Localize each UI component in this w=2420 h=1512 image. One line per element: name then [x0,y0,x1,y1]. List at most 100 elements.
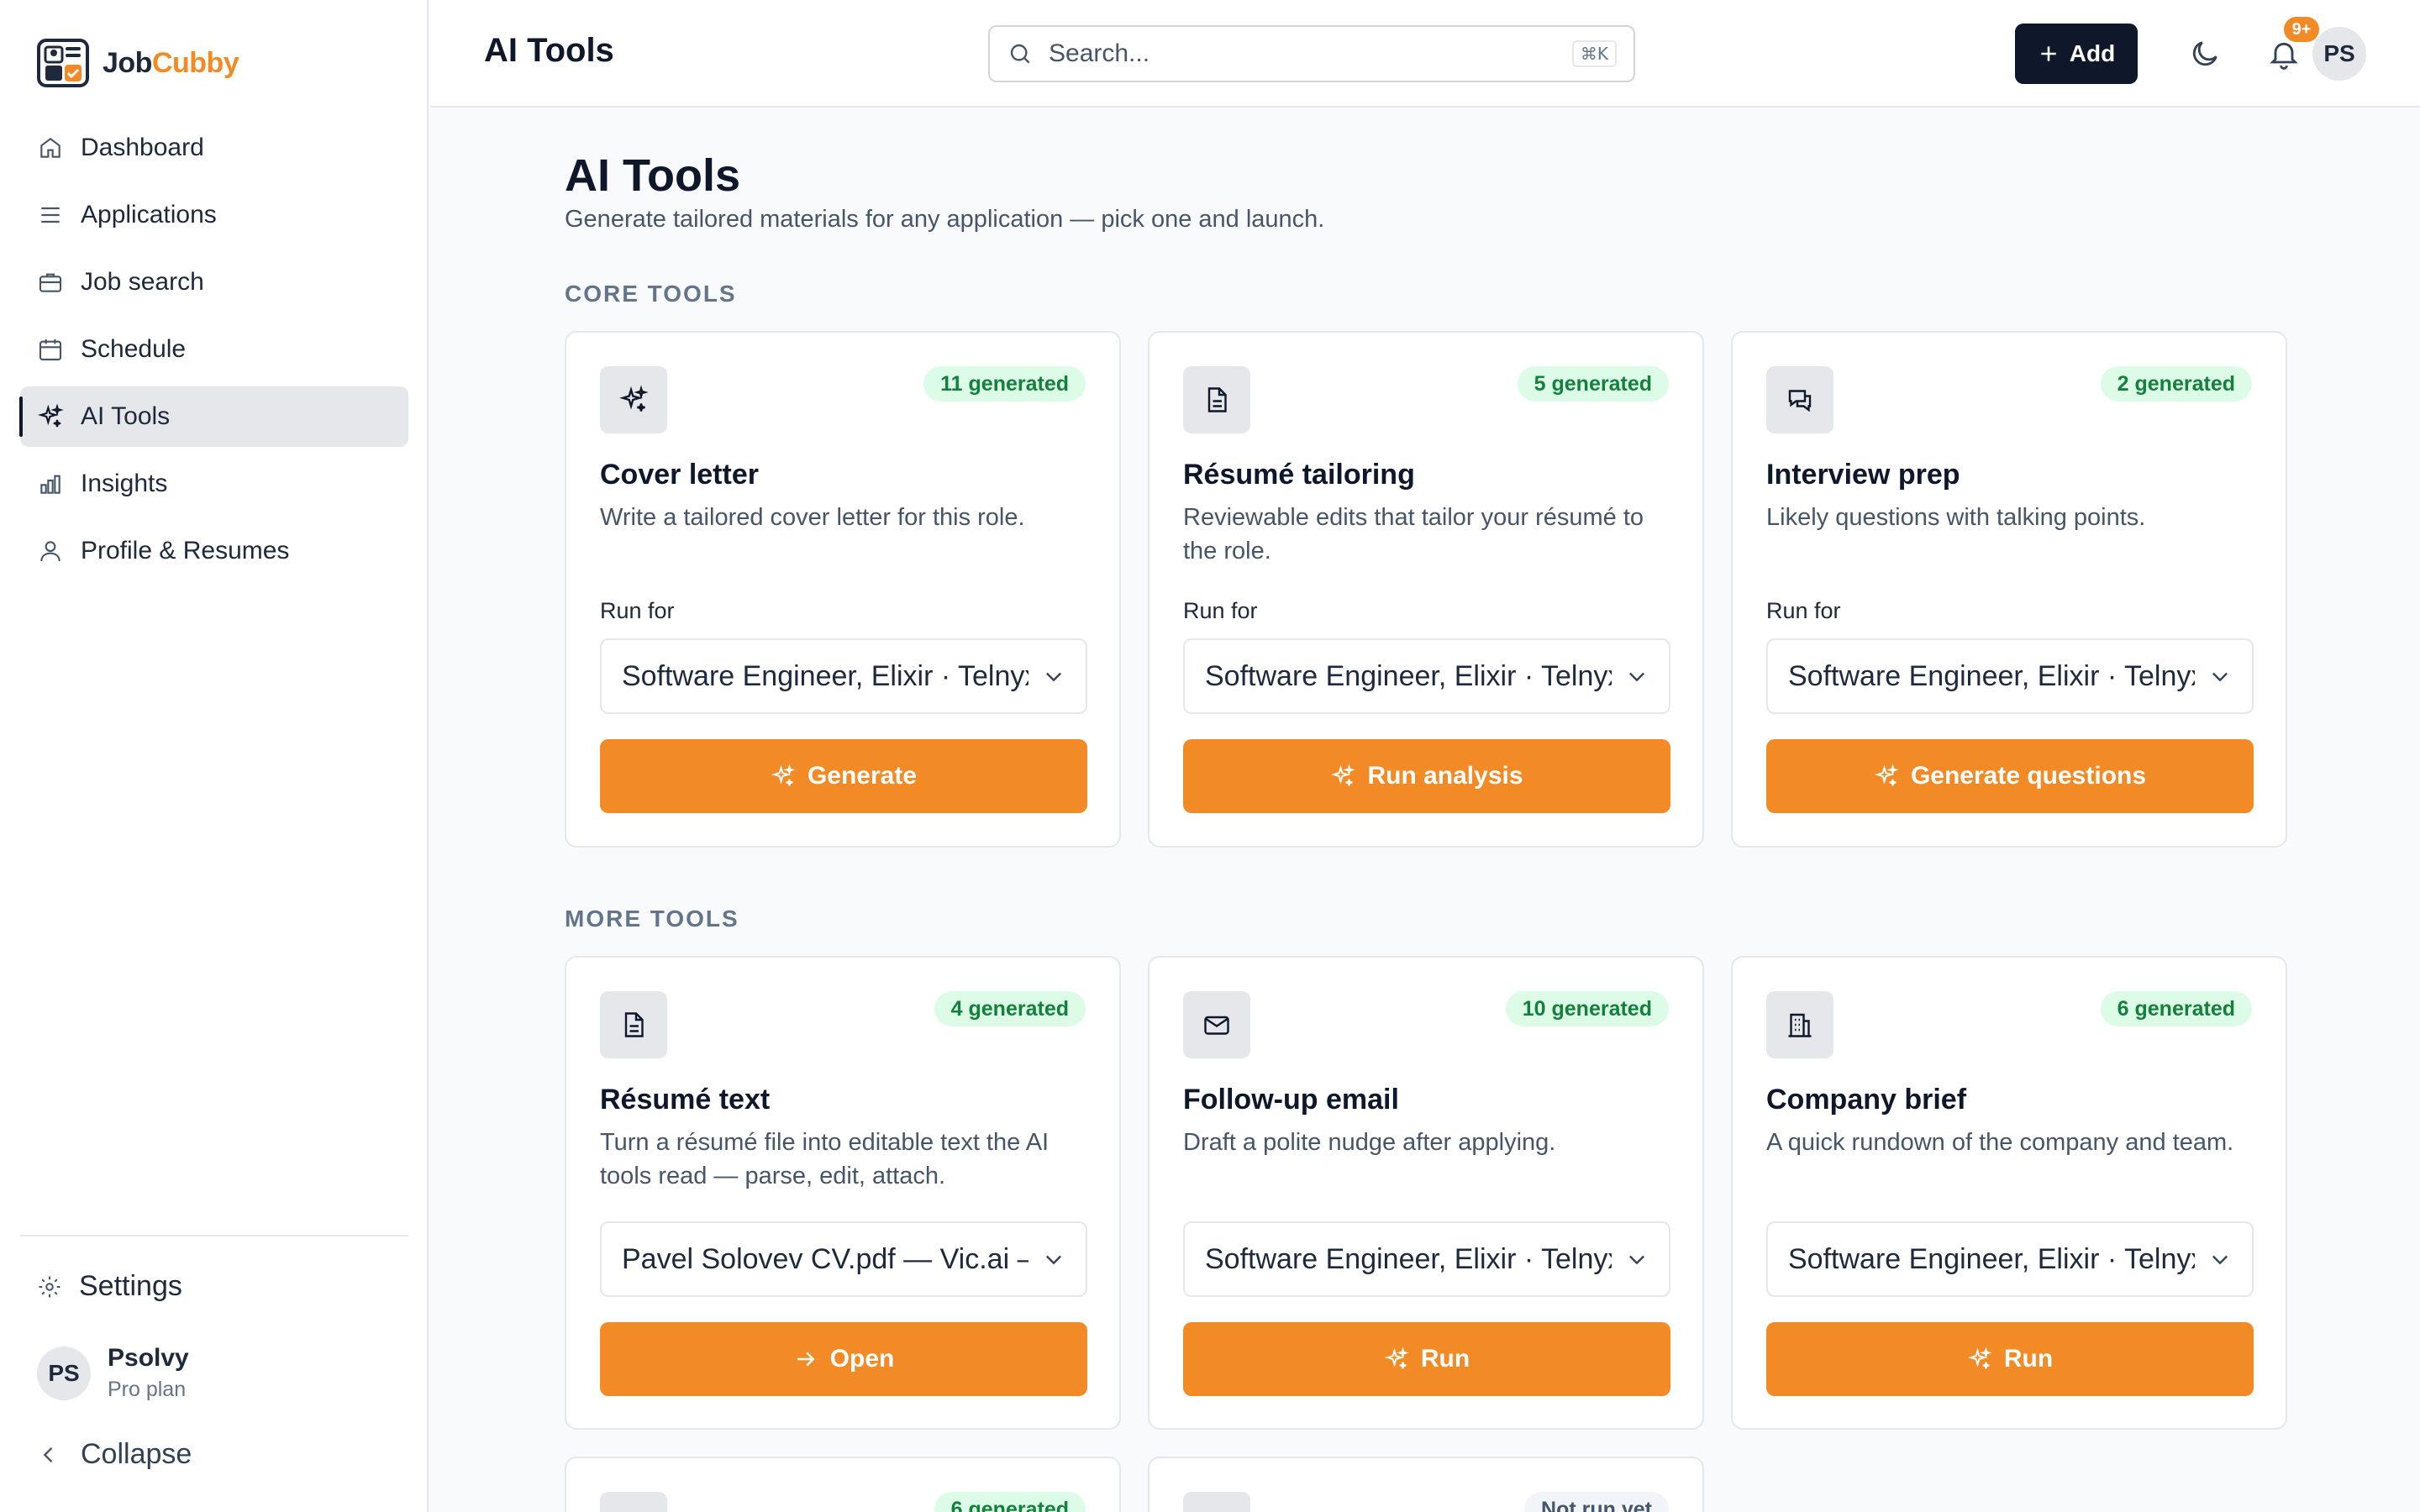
card-icon [600,991,667,1058]
calendar-icon [39,339,62,361]
card-icon [1766,991,1833,1058]
sparkles-icon [1384,1347,1409,1369]
select-value: Software Engineer, Elixir · Telnyx [1788,659,2195,692]
generated-count-badge: 4 generated [934,991,1086,1026]
user-name: Psolvy [108,1344,189,1372]
button-label: Generate questions [1910,762,2147,790]
sidebar-item-ai-tools[interactable]: AI Tools [19,386,408,447]
collapse-button[interactable]: Collapse [37,1438,192,1471]
run-button[interactable]: Run [1183,1322,1670,1396]
tool-card-interview-prep: 2 generated Interview prep Likely questi… [1731,331,2287,848]
sidebar-item-label: Profile & Resumes [81,537,290,564]
brand-name-part2: Cubby [151,46,239,79]
card-description: A quick rundown of the company and team. [1766,1129,2234,1156]
sidebar-item-applications[interactable]: Applications [20,185,408,245]
card-icon [1183,1492,1250,1512]
generated-count-badge: 11 generated [923,366,1086,402]
run-analysis-button[interactable]: Run analysis [1183,739,1670,813]
application-select[interactable]: Software Engineer, Elixir · Telnyx [1183,1221,1670,1297]
open-button[interactable]: Open [600,1322,1087,1396]
document-icon [624,1012,644,1037]
card-title: Résumé tailoring [1183,459,1415,491]
card-description: Likely questions with talking points. [1766,504,2146,531]
topbar: AI Tools ⌘K Add 9+ PS [430,0,2420,108]
sidebar-settings[interactable]: Settings [37,1270,182,1303]
card-title: Follow-up email [1183,1084,1399,1116]
generated-count-badge: 6 generated [934,1492,1086,1512]
page-title: AI Tools [565,150,740,201]
sidebar-divider [20,1235,408,1236]
run-for-label: Run for [600,598,675,623]
card-title: Company brief [1766,1084,1967,1116]
not-run-badge: Not run yet [1524,1492,1669,1512]
generated-count-badge: 6 generated [2100,991,2252,1026]
generated-count-badge: 2 generated [2100,366,2252,402]
chevron-down-icon [1629,672,1644,682]
chevron-down-icon [2212,672,2228,682]
sparkles-icon [1874,764,1899,786]
run-for-label: Run for [1183,598,1258,623]
select-value: Software Engineer, Elixir · Telnyx [1205,659,1612,692]
sidebar-item-schedule[interactable]: Schedule [20,319,408,380]
sparkles-icon [1331,764,1356,786]
select-value: Software Engineer, Elixir · Telnyx [622,659,1028,692]
brand-name-part1: Job [103,46,152,79]
avatar[interactable]: PS [2312,27,2366,81]
card-title: Résumé text [600,1084,771,1116]
sidebar-item-label: Dashboard [81,134,204,161]
search-input[interactable] [1049,39,1572,68]
generated-count-badge: 5 generated [1517,366,1669,402]
application-select[interactable]: Software Engineer, Elixir · Telnyx [1766,1221,2254,1297]
chevron-down-icon [2212,1255,2228,1265]
collapse-label: Collapse [81,1438,192,1470]
generate-questions-button[interactable]: Generate questions [1766,739,2254,813]
sparkles-icon [37,403,64,428]
sidebar-user[interactable]: PS Psolvy Pro plan [37,1344,189,1402]
resume-select[interactable]: Pavel Solovev CV.pdf — Vic.ai – [600,1221,1087,1297]
sidebar-item-insights[interactable]: Insights [20,454,408,514]
card-description: Draft a polite nudge after applying. [1183,1129,1556,1156]
user-icon [40,541,60,562]
sidebar: JobCubby Dashboard Applications Job sear… [0,0,429,1512]
sidebar-nav: Dashboard Applications Job search Schedu… [19,118,408,588]
avatar: PS [37,1346,91,1400]
button-label: Run [2003,1345,2054,1373]
bell-icon[interactable] [2267,37,2301,71]
button-label: Run analysis [1367,762,1523,790]
section-label-more: MORE TOOLS [565,906,739,932]
search-box[interactable]: ⌘K [988,25,1635,82]
home-icon [40,138,60,158]
document-icon [1207,387,1227,412]
sidebar-item-label: Applications [81,201,217,228]
arrow-right-icon [797,1352,815,1367]
card-icon [1183,366,1250,433]
generated-count-badge: 10 generated [1505,991,1669,1026]
user-info: Psolvy Pro plan [108,1344,189,1402]
add-button[interactable]: Add [2015,24,2138,84]
button-label: Generate [807,762,918,790]
add-button-label: Add [2069,40,2116,66]
topbar-title: AI Tools [484,32,614,69]
run-for-label: Run for [1766,598,1841,623]
application-select[interactable]: Software Engineer, Elixir · Telnyx [1766,638,2254,714]
tool-card-cover-letter: 11 generated Cover letter Write a tailor… [565,331,1121,848]
generate-button[interactable]: Generate [600,739,1087,813]
run-button[interactable]: Run [1766,1322,2254,1396]
card-description: Write a tailored cover letter for this r… [600,504,1025,531]
application-select[interactable]: Software Engineer, Elixir · Telnyx [1183,638,1670,714]
sparkles-icon [1967,1347,1992,1369]
sidebar-item-job-search[interactable]: Job search [20,252,408,312]
application-select[interactable]: Software Engineer, Elixir · Telnyx [600,638,1087,714]
button-label: Run [1420,1345,1470,1373]
sidebar-item-profile-resumes[interactable]: Profile & Resumes [20,521,408,581]
chevron-left-icon [43,1446,53,1462]
brand[interactable]: JobCubby [37,39,239,87]
sidebar-item-dashboard[interactable]: Dashboard [20,118,408,178]
card-icon [600,366,667,433]
button-label: Open [829,1345,895,1373]
moon-icon[interactable] [2188,37,2222,71]
tool-card-partial: Not run yet [1148,1457,1704,1512]
card-icon [1766,366,1833,433]
building-icon [1788,1013,1812,1037]
mail-icon [1204,1016,1229,1035]
